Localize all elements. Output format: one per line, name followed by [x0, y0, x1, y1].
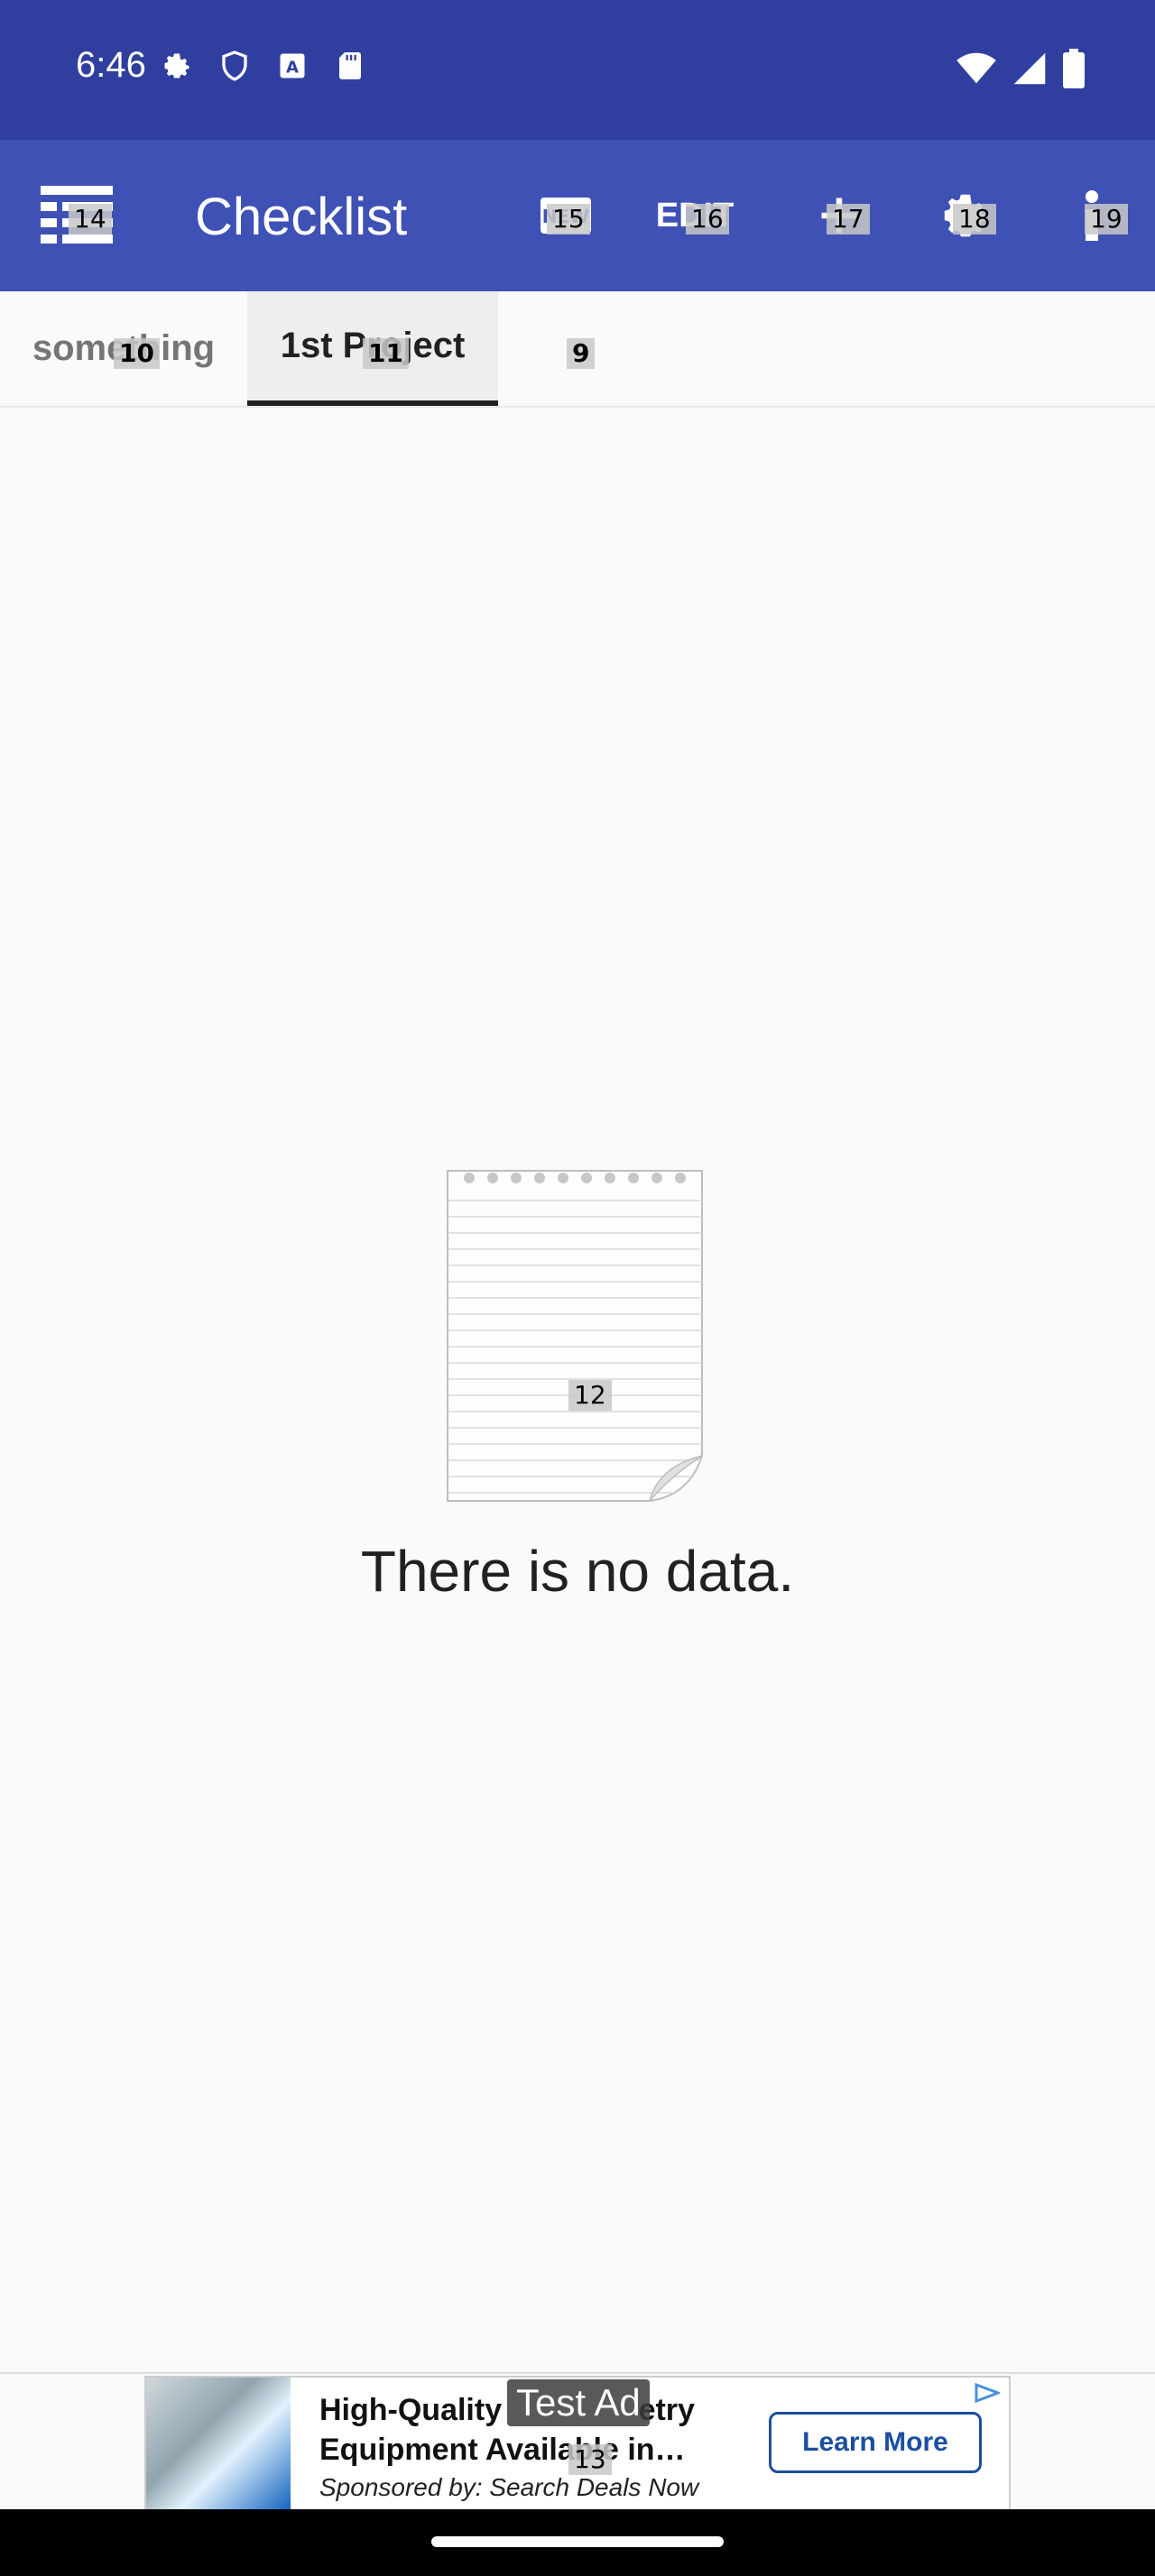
app-title: Checklist: [195, 188, 408, 246]
checklist-menu-button[interactable]: 14: [27, 140, 126, 291]
learn-more-button[interactable]: Learn More: [769, 2412, 982, 2473]
element-badge: 16: [686, 204, 729, 235]
status-icons-right: [956, 49, 1085, 88]
add-button[interactable]: 17: [794, 140, 884, 291]
element-badge: 17: [827, 204, 870, 235]
tab-add[interactable]: 9: [498, 291, 664, 406]
element-badge: 13: [568, 2444, 612, 2475]
shield-icon: [222, 51, 247, 81]
ad-container[interactable]: High-Quality etry Equipment Available in…: [144, 2376, 1011, 2511]
element-badge: 11: [363, 338, 409, 369]
battery-icon: [1063, 49, 1085, 88]
element-badge: 10: [114, 338, 160, 369]
element-badge: 14: [69, 204, 112, 235]
info-button[interactable]: 19: [1056, 140, 1128, 291]
status-icons-left: A: [161, 50, 366, 82]
status-time: 6:46: [76, 45, 146, 85]
element-badge: 19: [1085, 204, 1128, 235]
empty-state-message: There is no data.: [360, 1539, 795, 1604]
edit-button[interactable]: EDIT 16: [641, 140, 749, 291]
settings-button[interactable]: 18: [920, 140, 1011, 291]
wifi-icon: [956, 52, 996, 84]
app-bar: 14 Checklist NEW 15 EDIT 16 17 18 19: [0, 140, 1155, 291]
svg-text:A: A: [286, 59, 299, 78]
sd-card-icon: [339, 52, 361, 79]
text-a-icon: A: [280, 53, 305, 78]
test-ad-label: Test Ad: [507, 2379, 650, 2426]
tab-something[interactable]: something 10: [0, 291, 247, 406]
ad-sponsor: Sponsored by: Search Deals Now: [319, 2473, 699, 2501]
element-badge: 18: [953, 204, 996, 235]
home-gesture-handle[interactable]: [431, 2536, 724, 2547]
adchoices-icon[interactable]: [975, 2383, 1000, 2403]
signal-icon: [1013, 52, 1046, 85]
system-navigation-bar: [0, 2509, 1155, 2576]
notepad-icon: [447, 1170, 703, 1502]
element-badge: 9: [567, 338, 596, 369]
tab-1st-project[interactable]: 1st Project 11: [247, 291, 498, 406]
empty-notepad-illustration: 12: [446, 1169, 704, 1503]
ad-banner: High-Quality etry Equipment Available in…: [0, 2372, 1155, 2511]
element-badge: 12: [568, 1380, 612, 1411]
tab-bar: something 10 1st Project 11 9: [0, 291, 1155, 408]
element-badge: 15: [547, 204, 590, 235]
settings-status-icon: [164, 53, 189, 78]
new-button[interactable]: NEW 15: [525, 140, 606, 291]
ad-image: [146, 2378, 291, 2509]
status-bar: 6:46 A: [0, 0, 1155, 140]
